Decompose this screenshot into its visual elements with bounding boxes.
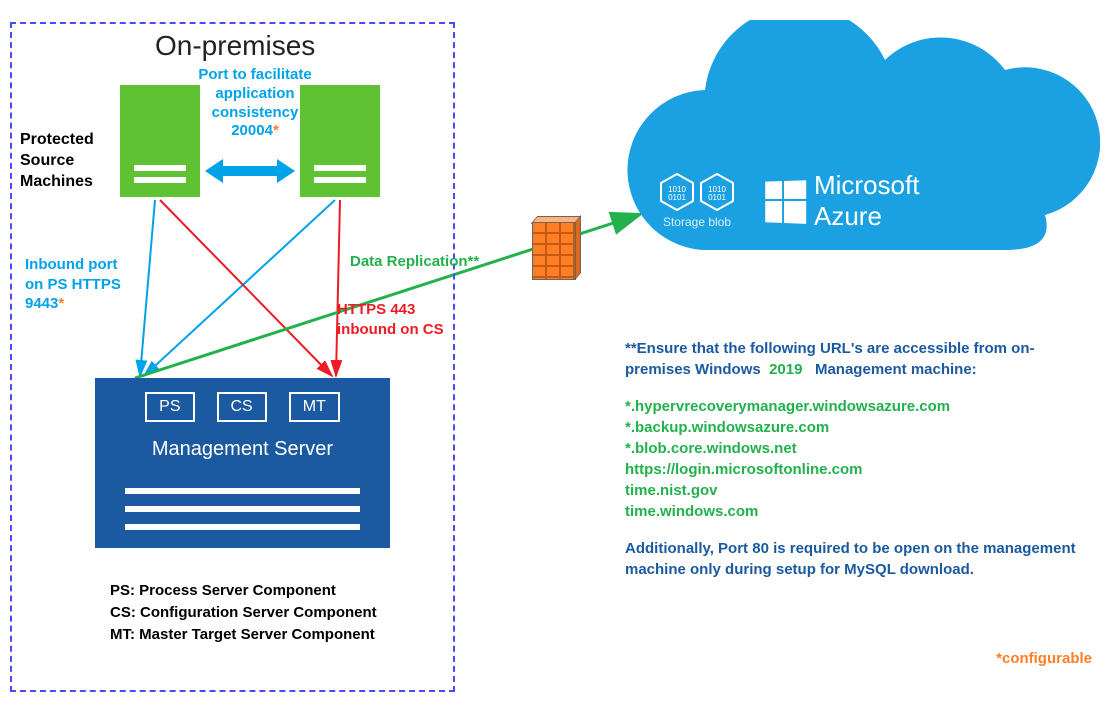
svg-text:0101: 0101 [668, 193, 686, 202]
bidirectional-arrow-icon [205, 159, 295, 183]
port-consistency-label: Port to facilitate application consisten… [195, 66, 315, 141]
windows-logo-icon [765, 180, 804, 221]
storage-blob-icon: 10100101 [660, 173, 694, 211]
on-premises-title: On-premises [155, 30, 315, 62]
azure-cloud-icon [590, 20, 1100, 310]
configurable-note: *configurable [996, 650, 1092, 667]
storage-blob-icon: 10100101 [700, 173, 734, 211]
url-notes: **Ensure that the following URL's are ac… [625, 338, 1085, 580]
firewall-icon [528, 217, 580, 287]
cloud-content: 10100101 10100101 Storage blob Microsoft… [660, 170, 1060, 232]
storage-blob-label: Storage blob [663, 215, 731, 229]
svg-text:0101: 0101 [708, 193, 726, 202]
cs-box: CS [217, 392, 267, 422]
management-server-label: Management Server [95, 438, 390, 461]
azure-logo: Microsoft Azure [764, 170, 919, 232]
protected-source-label: Protected Source Machines [20, 130, 94, 192]
ps-box: PS [145, 392, 194, 422]
source-server-icon [120, 85, 200, 197]
management-server-icon: PS CS MT Management Server [95, 378, 390, 548]
https443-label: HTTPS 443 inbound on CS [337, 300, 447, 339]
component-legend: PS: Process Server Component CS: Configu… [110, 580, 377, 645]
mt-box: MT [289, 392, 340, 422]
inbound-port-label: Inbound port on PS HTTPS 9443* [25, 255, 135, 314]
source-server-icon [300, 85, 380, 197]
data-replication-label: Data Replication** [350, 253, 479, 270]
